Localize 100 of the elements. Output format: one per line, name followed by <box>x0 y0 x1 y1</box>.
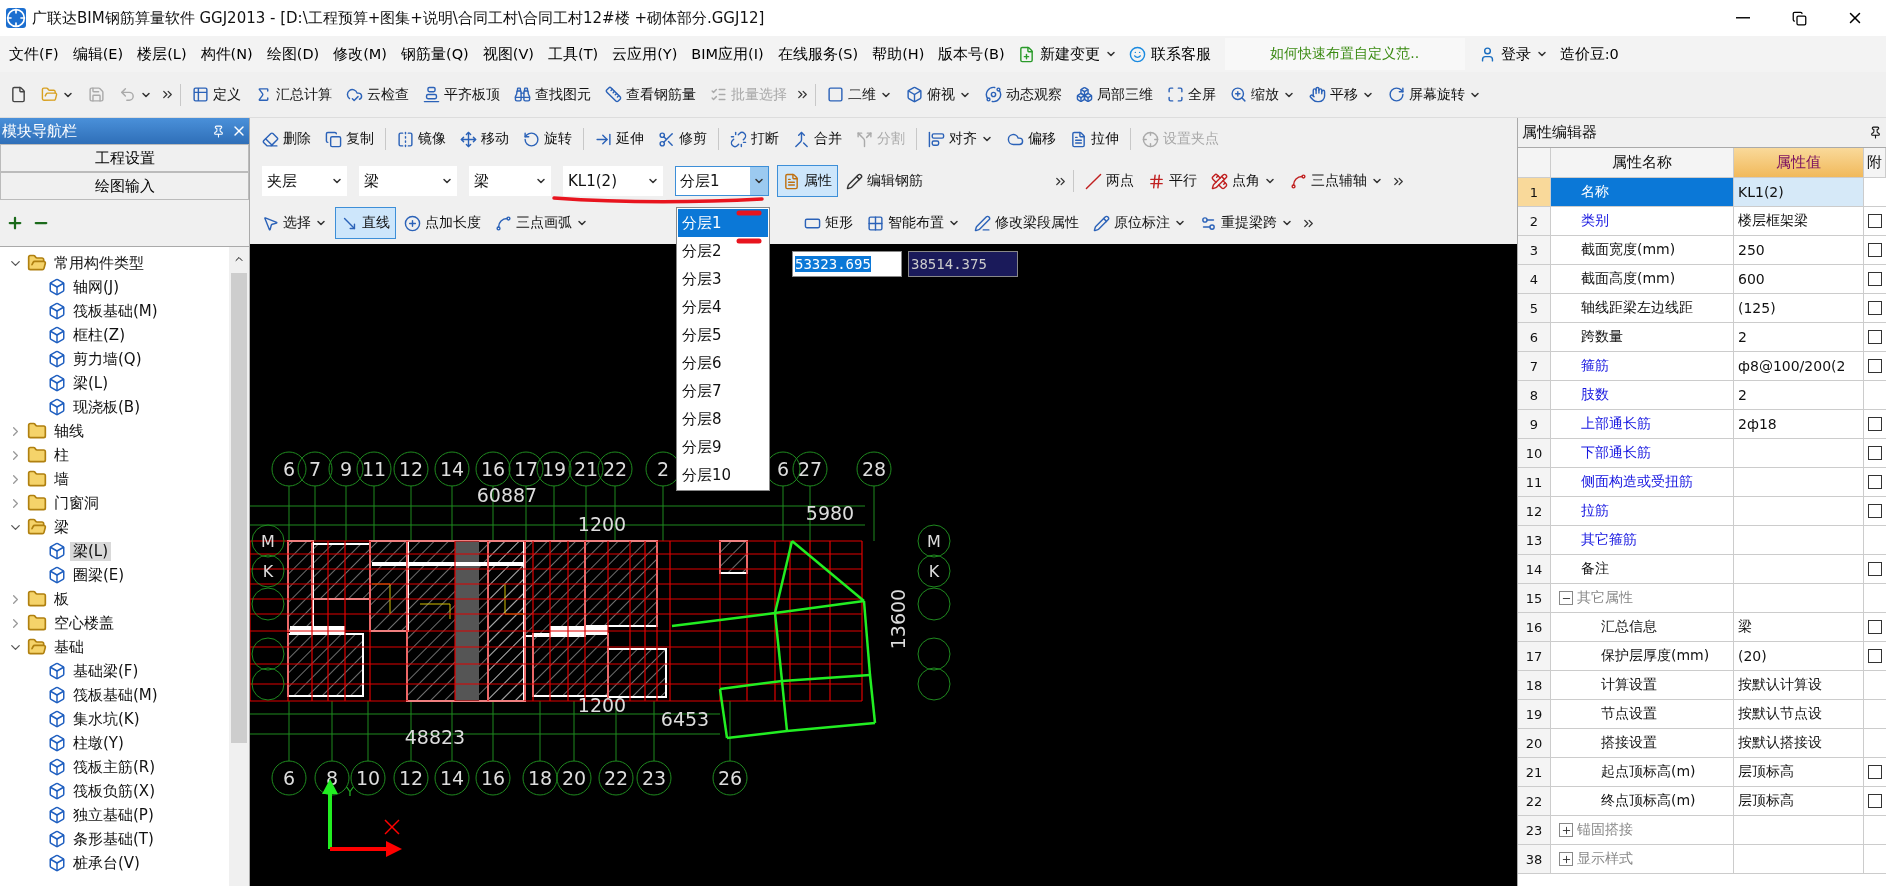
expand-icon[interactable] <box>1559 852 1573 866</box>
toolbar-button[interactable]: 平移 <box>1303 78 1380 111</box>
toolbar-button[interactable]: 缩放 <box>1224 78 1301 111</box>
property-name[interactable]: 类别 <box>1551 207 1734 236</box>
toolbar-button[interactable]: 删除 <box>256 123 317 155</box>
toolbar-button[interactable]: 平行 <box>1142 165 1203 197</box>
toolbar-button[interactable]: 选择 <box>256 207 333 239</box>
toolbar-button[interactable]: 修改梁段属性 <box>968 207 1085 239</box>
toolbar-button[interactable]: 修剪 <box>652 123 713 155</box>
menu-item[interactable]: BIM应用(I) <box>684 40 771 68</box>
toolbar-button[interactable]: 直线 <box>335 207 396 239</box>
collapse-icon[interactable] <box>1559 591 1573 605</box>
property-value[interactable]: 2ф18 <box>1734 410 1864 439</box>
coordinate-field[interactable]: 53323.695 <box>792 251 902 277</box>
dropdown-select[interactable]: KL1(2) <box>563 166 663 196</box>
property-name[interactable]: 节点设置 <box>1551 700 1734 729</box>
menu-item[interactable]: 修改(M) <box>326 40 395 68</box>
checkbox[interactable] <box>1868 272 1882 286</box>
menu-action-button[interactable]: 新建变更 <box>1011 40 1123 68</box>
property-value[interactable]: 楼层框架梁 <box>1734 207 1864 236</box>
property-name[interactable]: 备注 <box>1551 555 1734 584</box>
menu-item[interactable]: 钢筋量(Q) <box>394 40 476 68</box>
property-name[interactable]: 计算设置 <box>1551 671 1734 700</box>
scrollbar[interactable] <box>229 247 249 886</box>
toolbar-button[interactable]: 平齐板顶 <box>417 78 506 111</box>
tree-item[interactable]: 框柱(Z) <box>70 325 128 345</box>
toolbar-button[interactable]: 旋转 <box>517 123 578 155</box>
property-name[interactable]: 肢数 <box>1551 381 1734 410</box>
coordinate-field[interactable]: 38514.375 <box>908 251 1018 277</box>
property-name[interactable]: 截面宽度(mm) <box>1551 236 1734 265</box>
toolbar-button[interactable]: 汇总计算 <box>249 78 338 111</box>
toolbar-button[interactable]: 延伸 <box>589 123 650 155</box>
toolbar-button[interactable]: 三点画弧 <box>489 207 594 239</box>
property-value[interactable]: 2 <box>1734 323 1864 352</box>
toolbar-button[interactable]: 打断 <box>724 123 785 155</box>
toolbar-button[interactable]: 矩形 <box>798 207 859 239</box>
property-name[interactable]: 轴线距梁左边线距 <box>1551 294 1734 323</box>
menu-item[interactable]: 工具(T) <box>541 40 606 68</box>
toolbar-button[interactable]: 属性 <box>777 165 838 197</box>
toolbar-button[interactable]: 全屏 <box>1161 78 1222 111</box>
property-value[interactable]: 250 <box>1734 236 1864 265</box>
toolbar-button[interactable]: 局部三维 <box>1070 78 1159 111</box>
toolbar-button[interactable]: 点角 <box>1205 165 1282 197</box>
expand-all-icon[interactable] <box>6 214 24 232</box>
property-value[interactable]: KL1(2) <box>1734 178 1864 207</box>
property-value[interactable]: 层顶标高 <box>1734 758 1864 787</box>
expand-icon[interactable] <box>1559 823 1573 837</box>
checkbox[interactable] <box>1868 243 1882 257</box>
toolbar-button[interactable]: 偏移 <box>1001 123 1062 155</box>
toolbar-button[interactable]: 镜像 <box>391 123 452 155</box>
property-name[interactable]: 保护层厚度(mm) <box>1551 642 1734 671</box>
property-name[interactable]: 拉筋 <box>1551 497 1734 526</box>
checkbox[interactable] <box>1868 330 1882 344</box>
toolbar-button[interactable]: 移动 <box>454 123 515 155</box>
nav-button[interactable]: 绘图输入 <box>0 172 249 200</box>
tree-item[interactable]: 条形基础(T) <box>70 829 157 849</box>
property-value[interactable]: 按默认计算设 <box>1734 671 1864 700</box>
toolbar-button[interactable]: 查找图元 <box>508 78 597 111</box>
toolbar-button[interactable]: 对齐 <box>922 123 999 155</box>
menu-item[interactable]: 楼层(L) <box>130 40 194 68</box>
property-value[interactable]: 层顶标高 <box>1734 787 1864 816</box>
tree-item[interactable]: 常用构件类型 <box>51 253 147 273</box>
tree-item[interactable]: 筏板负筋(X) <box>70 781 158 801</box>
tree-item[interactable]: 基础 <box>51 637 87 657</box>
tree-item[interactable]: 梁(L) <box>70 541 112 561</box>
property-name[interactable]: 其它箍筋 <box>1551 526 1734 555</box>
property-name[interactable]: 跨数量 <box>1551 323 1734 352</box>
tree-item[interactable]: 筏板主筋(R) <box>70 757 159 777</box>
property-name[interactable]: 其它属性 <box>1551 584 1734 613</box>
toolbar-button[interactable]: 智能布置 <box>861 207 966 239</box>
tree-item[interactable]: 筏板基础(M) <box>70 301 161 321</box>
property-value[interactable]: 600 <box>1734 265 1864 294</box>
menu-item[interactable]: 视图(V) <box>475 40 541 68</box>
property-name[interactable]: 名称 <box>1551 178 1734 207</box>
menu-item[interactable]: 云应用(Y) <box>605 40 685 68</box>
checkbox[interactable] <box>1868 301 1882 315</box>
property-name[interactable]: 搭接设置 <box>1551 729 1734 758</box>
toolbar-button[interactable]: 复制 <box>319 123 380 155</box>
checkbox[interactable] <box>1868 794 1882 808</box>
checkbox[interactable] <box>1868 765 1882 779</box>
beans-link[interactable]: 造价豆:0 <box>1553 40 1625 68</box>
menu-item[interactable]: 帮助(H) <box>865 40 932 68</box>
property-value[interactable]: (125) <box>1734 294 1864 323</box>
dropdown-select[interactable]: 夹层 <box>262 166 347 196</box>
dropdown-option[interactable]: 分层1 <box>678 209 768 237</box>
toolbar-button[interactable]: 重提梁跨 <box>1194 207 1299 239</box>
property-name[interactable]: 汇总信息 <box>1551 613 1734 642</box>
tree-item[interactable]: 剪力墙(Q) <box>70 349 145 369</box>
pin-icon[interactable] <box>1869 126 1882 139</box>
property-value[interactable]: ф8@100/200(2 <box>1734 352 1864 381</box>
tree-item[interactable]: 基础梁(F) <box>70 661 142 681</box>
tree-item[interactable]: 墙 <box>51 469 72 489</box>
menu-item[interactable]: 构件(N) <box>193 40 260 68</box>
menu-item[interactable]: 绘图(D) <box>259 40 327 68</box>
tree-item[interactable]: 独立基础(P) <box>70 805 157 825</box>
checkbox[interactable] <box>1868 214 1882 228</box>
tree-item[interactable]: 梁 <box>51 517 72 537</box>
dropdown-select[interactable]: 梁 <box>469 166 551 196</box>
property-value[interactable]: 按默认节点设 <box>1734 700 1864 729</box>
property-name[interactable]: 下部通长筋 <box>1551 439 1734 468</box>
